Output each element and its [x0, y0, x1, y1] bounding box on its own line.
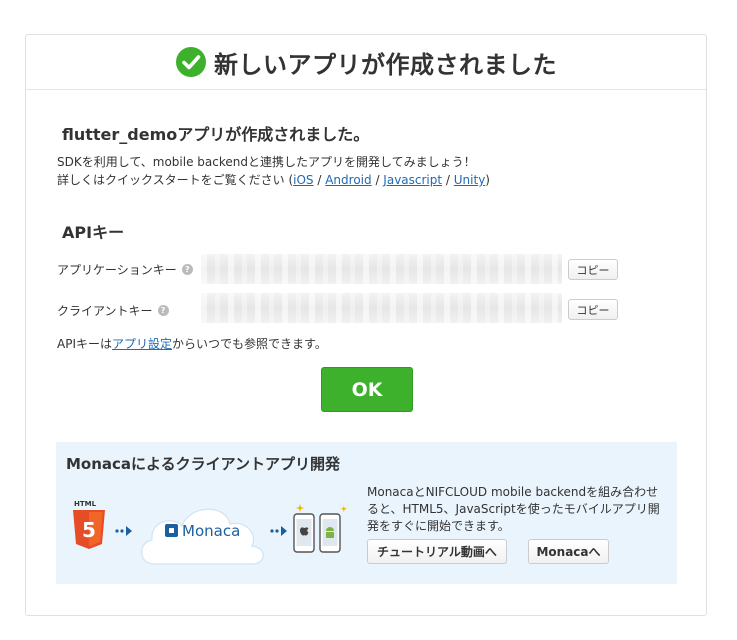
copy-client-key-button[interactable]: コピー	[568, 299, 618, 320]
api-key-heading: APIキー	[62, 223, 125, 242]
ios-link[interactable]: iOS	[293, 173, 313, 187]
html5-badge: 5	[82, 518, 96, 542]
monaca-illustration: HTML 5 Monaca	[73, 500, 347, 565]
api-note-prefix: APIキーは	[57, 337, 112, 351]
phones-icon	[293, 504, 347, 553]
link-separator: /	[442, 173, 454, 187]
help-icon[interactable]: ?	[157, 305, 169, 316]
ok-button[interactable]: OK	[321, 367, 413, 412]
app-created-message: flutter_demoアプリが作成されました。	[62, 125, 370, 144]
application-key-label-text: アプリケーションキー	[57, 263, 177, 277]
monaca-description: MonacaとNIFCLOUD mobile backendを組み合わせると、H…	[367, 485, 660, 533]
api-key-note: APIキーはアプリ設定からいつでも参照できます。	[57, 335, 327, 352]
client-key-label-text: クライアントキー	[57, 304, 153, 318]
quickstart-prefix: 詳しくはクイックスタートをご覧ください (	[57, 173, 294, 187]
application-key-field[interactable]	[201, 254, 562, 284]
monaca-logo-text: Monaca	[182, 522, 240, 540]
copy-application-key-button[interactable]: コピー	[568, 259, 618, 280]
client-key-label: クライアントキー ?	[57, 302, 169, 319]
html5-icon: HTML 5	[73, 500, 105, 549]
link-separator: /	[313, 173, 326, 187]
javascript-link[interactable]: Javascript	[383, 173, 442, 187]
arrow-right-icon	[115, 526, 132, 536]
android-link[interactable]: Android	[325, 173, 371, 187]
app-created-modal: 新しいアプリが作成されました flutter_demoアプリが作成されました。 …	[25, 34, 707, 616]
client-key-field[interactable]	[201, 293, 562, 323]
api-note-suffix: からいつでも参照できます。	[172, 337, 327, 351]
quickstart-text: 詳しくはクイックスタートをご覧ください (iOS / Android / Jav…	[57, 171, 490, 188]
tutorial-video-button[interactable]: チュートリアル動画へ	[367, 539, 507, 564]
html5-label: HTML	[74, 500, 97, 508]
intro-text: SDKを利用して、mobile backendと連携したアプリを開発してみましょ…	[57, 155, 476, 169]
help-icon[interactable]: ?	[181, 264, 193, 275]
monaca-title: Monacaによるクライアントアプリ開発	[66, 455, 340, 473]
app-settings-link[interactable]: アプリ設定	[112, 337, 172, 351]
application-key-label: アプリケーションキー ?	[57, 261, 193, 278]
check-circle-icon	[176, 47, 206, 77]
modal-header: 新しいアプリが作成されました	[26, 35, 706, 90]
link-separator: /	[371, 173, 384, 187]
arrow-right-icon	[270, 526, 287, 536]
monaca-button[interactable]: Monacaへ	[528, 539, 609, 564]
quickstart-suffix: )	[485, 173, 490, 187]
modal-title: 新しいアプリが作成されました	[214, 50, 557, 79]
unity-link[interactable]: Unity	[454, 173, 486, 187]
monaca-panel: Monacaによるクライアントアプリ開発 HTML 5 Monaca Monac…	[56, 442, 677, 584]
monaca-cloud-icon: Monaca	[141, 508, 264, 565]
